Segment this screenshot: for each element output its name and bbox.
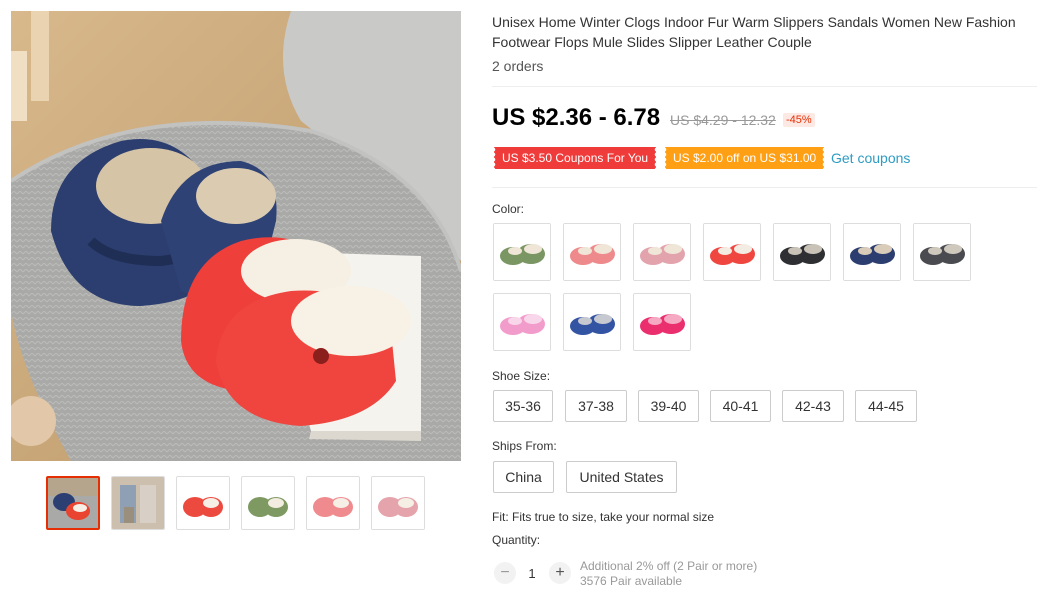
swatch-image — [704, 224, 760, 280]
swatch-image — [494, 294, 550, 350]
color-swatch-bright-pink[interactable] — [493, 293, 551, 351]
color-swatch-gray[interactable] — [913, 223, 971, 281]
thumbnail-image — [48, 478, 98, 528]
fit-info: Fit: Fits true to size, take your normal… — [492, 510, 715, 524]
swatch-image — [914, 224, 970, 280]
thumbnail-5[interactable] — [306, 476, 360, 530]
swatch-image — [634, 224, 690, 280]
discount-badge: -45% — [783, 113, 815, 127]
color-swatch-rose[interactable] — [633, 293, 691, 351]
color-swatch-pink[interactable] — [563, 223, 621, 281]
size-option-37-38[interactable]: 37-38 — [565, 390, 627, 422]
get-coupons-link[interactable]: Get coupons — [831, 150, 910, 166]
swatch-image — [844, 224, 900, 280]
product-price: US $2.36 - 6.78 — [492, 104, 661, 131]
swatch-image — [494, 224, 550, 280]
ships-from-united-states[interactable]: United States — [566, 461, 677, 493]
size-option-35-36[interactable]: 35-36 — [493, 390, 553, 422]
swatch-image — [774, 224, 830, 280]
color-swatch-green[interactable] — [493, 223, 551, 281]
swatch-image — [634, 294, 690, 350]
color-label: Color: — [492, 202, 525, 216]
original-price: US $4.29 - 12.32 — [670, 112, 776, 128]
quantity-increase-button[interactable]: + — [549, 562, 571, 584]
thumbnail-image — [307, 477, 359, 529]
thumbnail-image — [372, 477, 424, 529]
thumbnail-1[interactable] — [46, 476, 100, 530]
select-coupon-badge[interactable]: US $2.00 off on US $31.00 — [663, 147, 825, 169]
color-swatch-light-pink[interactable] — [633, 223, 691, 281]
product-title: Unisex Home Winter Clogs Indoor Fur Warm… — [492, 14, 1016, 50]
quantity-label: Quantity: — [492, 533, 541, 547]
swatch-image — [564, 294, 620, 350]
ships-from-china[interactable]: China — [493, 461, 554, 493]
color-swatch-navy[interactable] — [843, 223, 901, 281]
thumbnail-image — [242, 477, 294, 529]
thumbnail-3[interactable] — [176, 476, 230, 530]
color-swatch-black[interactable] — [773, 223, 831, 281]
size-option-42-43[interactable]: 42-43 — [782, 390, 844, 422]
size-option-40-41[interactable]: 40-41 — [710, 390, 771, 422]
quantity-value[interactable]: 1 — [522, 566, 542, 581]
thumbnail-image — [112, 477, 164, 529]
thumbnail-image — [177, 477, 229, 529]
color-swatch-red[interactable] — [703, 223, 761, 281]
color-swatch-blue[interactable] — [563, 293, 621, 351]
divider — [492, 187, 1037, 188]
thumbnail-2[interactable] — [111, 476, 165, 530]
store-coupon-badge[interactable]: US $3.50 Coupons For You — [492, 147, 657, 169]
divider — [492, 86, 1037, 87]
ships-from-label: Ships From: — [492, 439, 557, 453]
thumbnail-6[interactable] — [371, 476, 425, 530]
main-product-image[interactable] — [11, 11, 461, 461]
shoe-size-label: Shoe Size: — [492, 369, 551, 383]
swatch-image — [564, 224, 620, 280]
orders-count: 2 orders — [492, 58, 544, 74]
stock-available-text: 3576 Pair available — [580, 574, 683, 588]
size-option-39-40[interactable]: 39-40 — [638, 390, 699, 422]
thumbnail-4[interactable] — [241, 476, 295, 530]
quantity-note: Additional 2% off (2 Pair or more) 3576 … — [580, 559, 757, 589]
product-photo — [11, 11, 461, 461]
bulk-discount-text: Additional 2% off (2 Pair or more) — [580, 559, 758, 573]
size-option-44-45[interactable]: 44-45 — [855, 390, 917, 422]
quantity-decrease-button[interactable]: − — [494, 562, 516, 584]
